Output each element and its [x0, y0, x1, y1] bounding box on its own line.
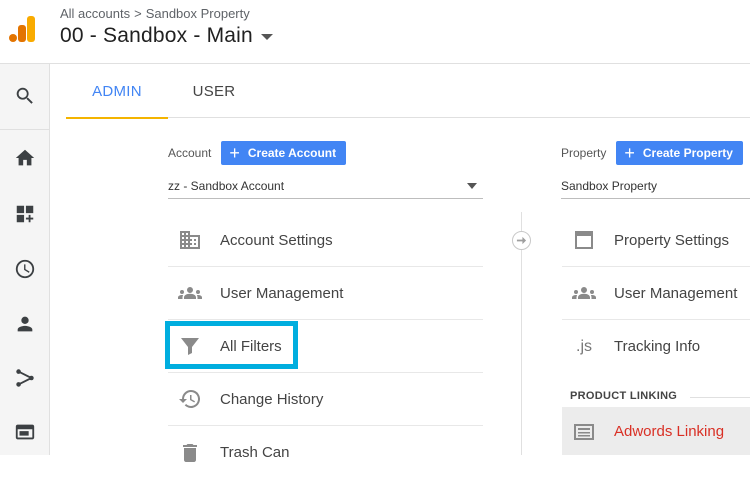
- breadcrumb: All accounts > Sandbox Property: [60, 6, 250, 21]
- account-column-header: Account + Create Account: [168, 141, 347, 165]
- account-label: Account: [168, 146, 212, 160]
- view-selector[interactable]: 00 - Sandbox - Main: [60, 24, 273, 48]
- left-nav-rail: [0, 64, 50, 455]
- adwords-linking-label: Adwords Linking: [614, 423, 725, 440]
- create-account-label: Create Account: [247, 146, 337, 160]
- change-history-item[interactable]: Change History: [168, 373, 483, 426]
- rail-audience[interactable]: [0, 296, 50, 352]
- rail-customization[interactable]: [0, 186, 50, 242]
- property-selector[interactable]: Sandbox Property: [561, 173, 750, 199]
- property-user-management-item[interactable]: User Management: [562, 267, 750, 320]
- product-linking-heading: PRODUCT LINKING: [570, 390, 678, 402]
- tab-bar: ADMIN USER: [66, 64, 750, 119]
- tracking-info-item[interactable]: .js Tracking Info: [562, 320, 750, 373]
- home-icon: [15, 149, 35, 166]
- plus-icon: +: [229, 143, 240, 163]
- create-account-button[interactable]: + Create Account: [221, 141, 347, 165]
- breadcrumb-separator: >: [134, 6, 142, 21]
- adwords-icon: [570, 420, 598, 444]
- change-history-label: Change History: [220, 390, 324, 408]
- clock-icon: [15, 259, 35, 279]
- account-selected-value: zz - Sandbox Account: [168, 178, 285, 193]
- dashboards-icon: [16, 205, 34, 223]
- all-filters-label: All Filters: [220, 337, 282, 355]
- account-user-management-item[interactable]: User Management: [168, 267, 483, 320]
- tracking-info-label: Tracking Info: [614, 338, 701, 355]
- property-label: Property: [561, 146, 607, 160]
- rail-realtime[interactable]: [0, 241, 50, 297]
- person-icon: [17, 316, 33, 332]
- property-user-management-label: User Management: [614, 284, 738, 302]
- create-property-label: Create Property: [642, 146, 733, 160]
- rail-search[interactable]: [0, 68, 50, 124]
- analytics-logo-icon: [9, 16, 35, 42]
- trash-can-label: Trash Can: [220, 444, 290, 461]
- tab-admin[interactable]: ADMIN: [66, 64, 168, 119]
- create-property-button[interactable]: + Create Property: [616, 141, 743, 165]
- account-settings-item[interactable]: Account Settings: [168, 214, 483, 267]
- page-title: 00 - Sandbox - Main: [60, 24, 253, 47]
- top-header: All accounts > Sandbox Property 00 - Sandb…: [0, 0, 750, 64]
- rail-home[interactable]: [0, 130, 50, 186]
- account-user-management-label: User Management: [220, 284, 344, 302]
- property-settings-label: Property Settings: [614, 231, 730, 249]
- history-icon: [176, 387, 204, 411]
- trash-can-item[interactable]: Trash Can: [168, 426, 483, 479]
- js-icon: .js: [576, 337, 592, 355]
- section-divider: [690, 397, 750, 398]
- search-icon: [16, 87, 33, 104]
- building-icon: [176, 228, 204, 252]
- window-icon: [570, 228, 598, 252]
- rail-behavior[interactable]: [0, 404, 50, 460]
- filter-icon: [176, 334, 204, 358]
- breadcrumb-property[interactable]: Sandbox Property: [146, 6, 250, 21]
- breadcrumb-all-accounts[interactable]: All accounts: [60, 6, 130, 21]
- plus-icon: +: [624, 143, 635, 163]
- account-selector[interactable]: zz - Sandbox Account: [168, 173, 483, 199]
- property-selected-value: Sandbox Property: [561, 178, 658, 193]
- arrow-right-icon: [512, 231, 531, 250]
- trash-icon: [176, 441, 204, 465]
- tab-user[interactable]: USER: [178, 64, 250, 118]
- adwords-linking-item[interactable]: Adwords Linking: [562, 405, 750, 458]
- people-icon: [570, 281, 598, 305]
- browser-icon: [15, 424, 35, 440]
- dropdown-arrow-icon: [467, 183, 477, 189]
- share-icon: [16, 369, 34, 387]
- all-filters-item[interactable]: All Filters: [168, 320, 483, 373]
- account-settings-label: Account Settings: [220, 231, 333, 249]
- property-settings-item[interactable]: Property Settings: [562, 214, 750, 267]
- people-icon: [176, 281, 204, 305]
- chevron-down-icon: [260, 34, 273, 40]
- rail-acquisition[interactable]: [0, 350, 50, 406]
- property-column-header: Property + Create Property: [561, 141, 743, 165]
